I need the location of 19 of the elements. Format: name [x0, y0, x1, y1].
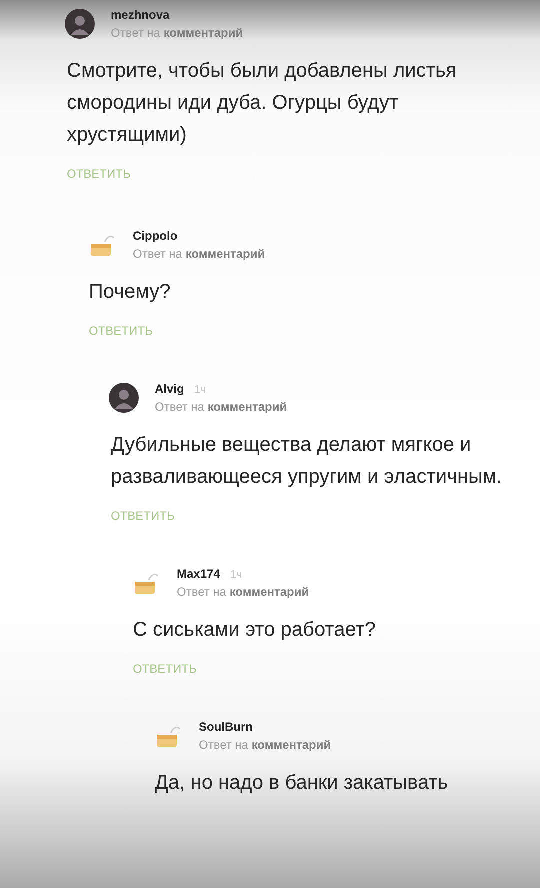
- comment-text: Дубильные вещества делают мягкое и разваливающееся упругим и эластичным.: [111, 433, 504, 490]
- username[interactable]: Cippolo: [133, 229, 178, 243]
- reply-context: Ответ на комментарий: [199, 738, 332, 752]
- username[interactable]: Max174: [177, 567, 220, 581]
- comment-text: Да, но надо в банки закатывать: [155, 771, 450, 796]
- reply-context: Ответ на комментарий: [111, 26, 244, 40]
- username[interactable]: Alvig: [155, 382, 184, 396]
- reply-context: Ответ на комментарий: [177, 585, 310, 599]
- timestamp: 1ч: [230, 569, 242, 581]
- username[interactable]: SoulBurn: [199, 720, 253, 734]
- timestamp: 1ч: [194, 384, 206, 396]
- comment-text: Смотрите, чтобы были добавлены листья смородины иди дуба. Огурцы будут хрустящими): [67, 59, 458, 148]
- avatar-icon: [65, 9, 95, 39]
- reply-context: Ответ на комментарий: [155, 400, 288, 414]
- comment-text: Почему?: [89, 280, 172, 305]
- comment-text: С сиськами это работает?: [133, 618, 377, 643]
- username[interactable]: mezhnova: [111, 8, 170, 22]
- reply-context: Ответ на комментарий: [133, 247, 266, 261]
- avatar-icon: [109, 383, 139, 413]
